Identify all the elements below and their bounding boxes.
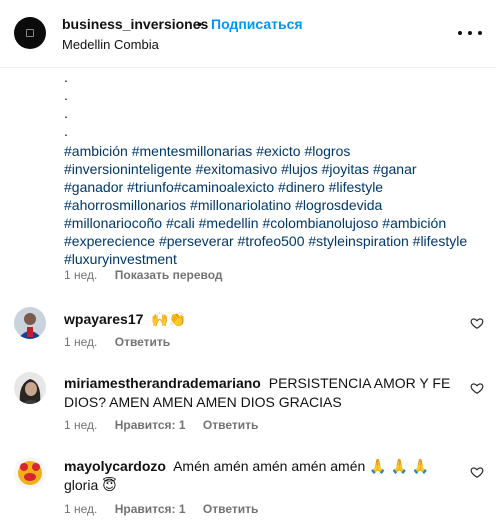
comment-time[interactable]: 1 нед. bbox=[64, 335, 97, 349]
avatar-photo-icon bbox=[14, 372, 46, 404]
comment-meta: 1 нед. Ответить bbox=[64, 335, 184, 349]
author-username[interactable]: business_inversiones bbox=[62, 16, 208, 32]
heart-outline-icon[interactable] bbox=[470, 381, 484, 395]
hashtag-line[interactable]: #inversioninteligente #exitomasivo #lujo… bbox=[64, 160, 484, 178]
hashtag-block: #ambición #mentesmillonarias #exicto #lo… bbox=[64, 142, 484, 268]
hashtag-line[interactable]: #ambición #mentesmillonarias #exicto #lo… bbox=[64, 142, 484, 160]
commenter-avatar[interactable] bbox=[14, 457, 46, 489]
post-location[interactable]: Medellin Combia bbox=[62, 37, 159, 52]
caption-dot: . bbox=[64, 87, 68, 103]
comment-meta: 1 нед. Нравится: 1 Ответить bbox=[64, 502, 272, 516]
comment-time[interactable]: 1 нед. bbox=[64, 502, 97, 516]
comment-username[interactable]: miriamestherandrademariano bbox=[64, 375, 261, 391]
comment-time[interactable]: 1 нед. bbox=[64, 418, 97, 432]
caption-dot: . bbox=[64, 69, 68, 85]
more-dot-icon bbox=[458, 31, 462, 35]
caption-time[interactable]: 1 нед. bbox=[64, 268, 97, 282]
commenter-avatar[interactable] bbox=[14, 307, 46, 339]
commenter-avatar[interactable] bbox=[14, 372, 46, 404]
comment-text: 🙌👏 bbox=[151, 311, 187, 327]
comment-item: miriamestherandrademariano PERSISTENCIA … bbox=[64, 374, 464, 412]
reply-button[interactable]: Ответить bbox=[115, 335, 170, 349]
comment-item: mayolycardozo Amén amén amén amén amén 🙏… bbox=[64, 457, 460, 495]
reply-button[interactable]: Ответить bbox=[203, 418, 258, 432]
comment-item: wpayares17 🙌👏 bbox=[64, 310, 464, 329]
hashtag-line[interactable]: #experecience #perseverar #trofeo500 #st… bbox=[64, 232, 484, 250]
caption-dot: . bbox=[64, 105, 68, 121]
show-translation-link[interactable]: Показать перевод bbox=[115, 268, 223, 282]
comment-username[interactable]: mayolycardozo bbox=[64, 458, 166, 474]
hashtag-line[interactable]: #luxuryinvestment bbox=[64, 250, 484, 268]
caption-dot: . bbox=[64, 123, 68, 139]
hashtag-line[interactable]: #millonariocoño #cali #medellin #colombi… bbox=[64, 214, 484, 232]
heart-outline-icon[interactable] bbox=[470, 316, 484, 330]
avatar-photo-icon bbox=[14, 457, 46, 489]
likes-count[interactable]: Нравится: 1 bbox=[115, 502, 186, 516]
brand-logo-icon bbox=[26, 29, 34, 37]
more-options-icon[interactable] bbox=[458, 24, 482, 42]
comment-username[interactable]: wpayares17 bbox=[64, 311, 143, 327]
hashtag-line[interactable]: #ganador #triunfo#caminoalexicto #dinero… bbox=[64, 178, 484, 196]
post-header: business_inversiones • Подписаться Medel… bbox=[0, 0, 496, 68]
more-dot-icon bbox=[478, 31, 482, 35]
likes-count[interactable]: Нравится: 1 bbox=[115, 418, 186, 432]
avatar-photo-icon bbox=[14, 307, 46, 339]
author-avatar[interactable] bbox=[14, 17, 46, 49]
more-dot-icon bbox=[468, 31, 472, 35]
comment-meta: 1 нед. Нравится: 1 Ответить bbox=[64, 418, 272, 432]
heart-outline-icon[interactable] bbox=[470, 465, 484, 479]
hashtag-line[interactable]: #ahorrosmillonarios #millonariolatino #l… bbox=[64, 196, 484, 214]
follow-button[interactable]: Подписаться bbox=[211, 16, 303, 32]
header-separator: • bbox=[197, 16, 202, 32]
post-caption: . . . . #ambición #mentesmillonarias #ex… bbox=[64, 68, 484, 268]
reply-button[interactable]: Ответить bbox=[203, 502, 258, 516]
caption-meta: 1 нед. Показать перевод bbox=[64, 268, 237, 282]
